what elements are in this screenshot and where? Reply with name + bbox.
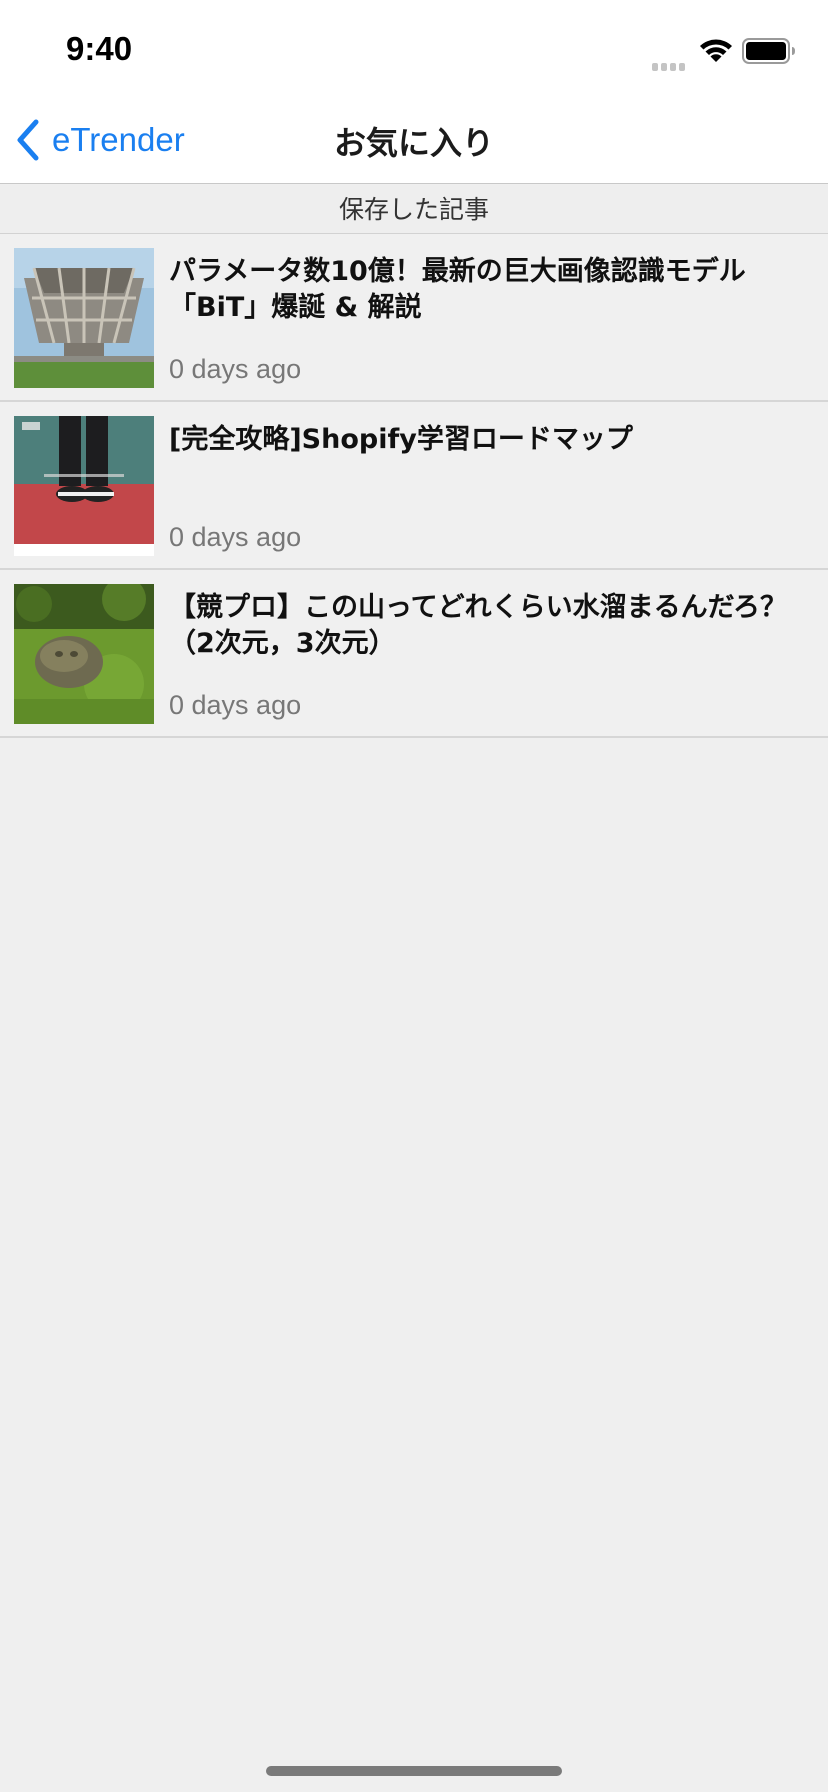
article-title-line: パラメータ数10億！最新の巨大画像認識モデル [169, 256, 746, 287]
article-date: 0 days ago [169, 690, 302, 720]
article-list: パラメータ数10億！最新の巨大画像認識モデル 「BiT」爆誕 & 解説 0 da… [0, 234, 828, 738]
article-title-line: 「BiT」爆誕 & 解説 [169, 292, 422, 323]
home-indicator[interactable] [266, 1766, 562, 1776]
article-date: 0 days ago [169, 354, 302, 384]
status-bar: 9:40 [0, 0, 828, 96]
article-title-line: [完全攻略]Shopify学習ロードマップ [169, 424, 633, 455]
article-title-line: 【競プロ】この山ってどれくらい水溜まるんだろ？ [169, 592, 788, 623]
article-thumbnail [14, 416, 154, 556]
article-title-line: （2次元，3次元） [169, 628, 396, 659]
article-title: パラメータ数10億！最新の巨大画像認識モデル 「BiT」爆誕 & 解説 [169, 254, 819, 326]
article-row[interactable]: 【競プロ】この山ってどれくらい水溜まるんだろ？ （2次元，3次元） 0 days… [0, 570, 828, 738]
battery-icon [742, 38, 795, 64]
section-header: 保存した記事 [0, 185, 828, 234]
article-thumbnail [14, 584, 154, 724]
status-time: 9:40 [66, 30, 133, 67]
article-title: 【競プロ】この山ってどれくらい水溜まるんだろ？ （2次元，3次元） [169, 590, 819, 662]
page-title: お気に入り [333, 124, 494, 162]
favorites-screen: 9:40 eTrender お気に入り 保存した記事 パラメータ数10億！最新の… [0, 0, 828, 1792]
navigation-bar: eTrender お気に入り [0, 96, 828, 184]
article-thumbnail [14, 248, 154, 388]
article-date: 0 days ago [169, 522, 302, 552]
article-row[interactable]: パラメータ数10億！最新の巨大画像認識モデル 「BiT」爆誕 & 解説 0 da… [0, 234, 828, 402]
article-title: [完全攻略]Shopify学習ロードマップ [169, 422, 819, 458]
wifi-icon [700, 39, 732, 62]
cellular-signal-icon [652, 52, 688, 71]
article-row[interactable]: [完全攻略]Shopify学習ロードマップ 0 days ago [0, 402, 828, 570]
